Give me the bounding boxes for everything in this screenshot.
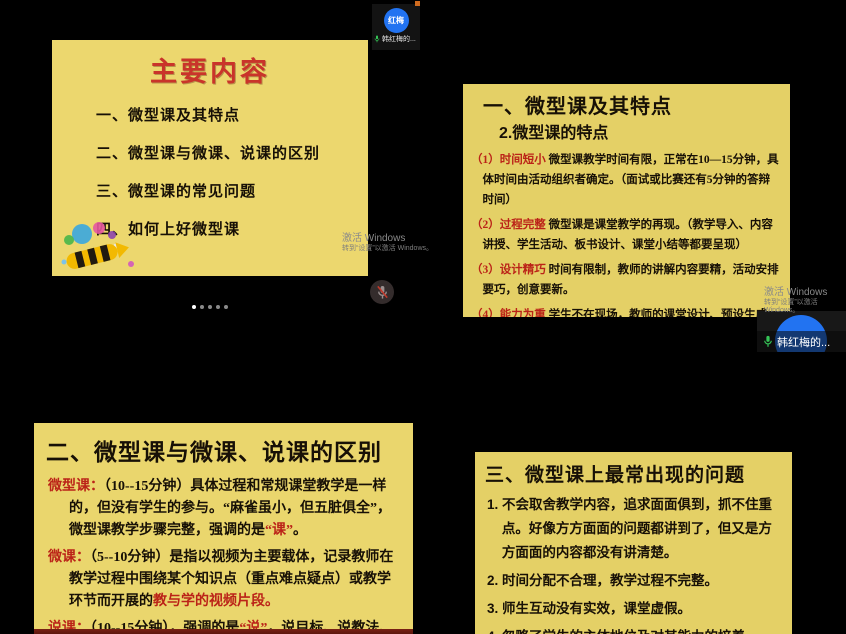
- pagination-dot[interactable]: [192, 305, 196, 309]
- slide-main-contents: 主要内容 一、微型课及其特点 二、微型课与微课、说课的区别 三、微型课的常见问题…: [52, 40, 368, 276]
- point-label: （4）能力为重: [471, 309, 546, 317]
- pagination-dot[interactable]: [208, 305, 212, 309]
- pagination-dot[interactable]: [216, 305, 220, 309]
- feature-point: （3）设计精巧 时间有限制，教师的讲解内容要精，活动安排要巧，创意要新。: [471, 260, 781, 300]
- orange-indicator-dot: [415, 1, 420, 6]
- point-label: （2）过程完整: [471, 219, 546, 231]
- participant-name: 韩红梅的...: [777, 334, 830, 350]
- problem-list: 1. 不会取舍教学内容，追求面面俱到，抓不住重点。好像方方面面的问题都讲到了，但…: [475, 487, 792, 634]
- slide-features: 一、微型课及其特点 2.微型课的特点 （1）时间短小 微型课教学时间有限，正常在…: [463, 84, 790, 317]
- clipped-text-strip: [34, 629, 413, 634]
- pagination: [192, 305, 228, 309]
- slide-title: 二、微型课与微课、说课的区别: [46, 433, 413, 467]
- feature-points: （1）时间短小 微型课教学时间有限，正常在10—15分钟，具体时间由活动组织者确…: [463, 143, 790, 317]
- avatar: 红梅: [384, 8, 409, 33]
- feature-point: （4）能力为重 学生不在现场，教师的课堂设计、预设生成、教师语言和教学新理念的落…: [471, 305, 781, 317]
- mic-muted-icon: [376, 285, 389, 300]
- bee-crayon-clipart: [56, 218, 148, 274]
- slide-title: 主要内容: [52, 50, 368, 89]
- point-label: （3）设计精巧: [471, 264, 546, 276]
- feature-point: （1）时间短小 微型课教学时间有限，正常在10—15分钟，具体时间由活动组织者确…: [471, 150, 781, 210]
- slide-title: 三、微型课上最常出现的问题: [485, 460, 792, 487]
- problem-item: 2. 时间分配不合理，教学过程不完整。: [487, 569, 782, 593]
- problem-item: 3. 师生互动没有实效，课堂虚假。: [487, 597, 782, 621]
- pagination-dot[interactable]: [224, 305, 228, 309]
- contents-item: 二、微型课与微课、说课的区别: [96, 135, 368, 173]
- pagination-dot[interactable]: [200, 305, 204, 309]
- contents-item: 三、微型课的常见问题: [96, 173, 368, 211]
- point-label: （1）时间短小: [471, 154, 546, 166]
- slide-subtitle: 2.微型课的特点: [499, 119, 790, 143]
- participant-tile-top[interactable]: 红梅 韩红梅的...: [372, 4, 420, 50]
- mute-mic-button[interactable]: [370, 280, 394, 304]
- difference-paragraph: 微型课：（10--15分钟）具体过程和常规课堂教学是一样的，但没有学生的参与。“…: [48, 476, 401, 542]
- participant-name: 韩红梅的...: [382, 34, 416, 44]
- participant-tile-right[interactable]: 韩红梅的...: [757, 311, 846, 352]
- problem-item: 1. 不会取舍教学内容，追求面面俱到，抓不住重点。好像方方面面的问题都讲到了，但…: [487, 493, 782, 565]
- contents-item: 一、微型课及其特点: [96, 97, 368, 135]
- feature-point: （2）过程完整 微型课是课堂教学的再现。（教学导入、内容讲授、学生活动、板书设计…: [471, 215, 781, 255]
- meeting-stage: 主要内容 一、微型课及其特点 二、微型课与微课、说课的区别 三、微型课的常见问题…: [0, 0, 846, 634]
- mic-on-icon: [763, 335, 773, 348]
- slide-problems: 三、微型课上最常出现的问题 1. 不会取舍教学内容，追求面面俱到，抓不住重点。好…: [475, 452, 792, 634]
- difference-paragraphs: 微型课：（10--15分钟）具体过程和常规课堂教学是一样的，但没有学生的参与。“…: [34, 467, 413, 634]
- slide-title: 一、微型课及其特点: [483, 90, 790, 119]
- slide-differences: 二、微型课与微课、说课的区别 微型课：（10--15分钟）具体过程和常规课堂教学…: [34, 423, 413, 634]
- difference-paragraph: 微课：（5--10分钟）是指以视频为主要载体，记录教师在教学过程中围绕某个知识点…: [48, 547, 401, 613]
- mic-on-icon: [374, 35, 380, 43]
- problem-item: 4. 忽略了学生的主体地位及对其能力的培养: [487, 625, 782, 634]
